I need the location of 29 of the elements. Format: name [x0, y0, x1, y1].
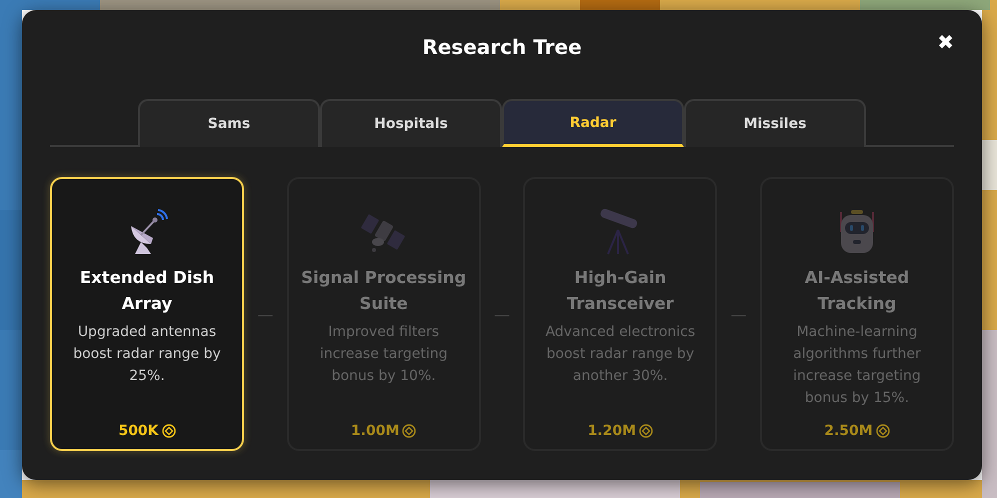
upgrade-name: Extended Dish Array: [78, 267, 216, 315]
coin-icon: [876, 424, 890, 438]
upgrade-cost: 500K: [118, 423, 159, 439]
connector: —: [256, 304, 274, 324]
upgrade-card[interactable]: High-Gain Transceiver Advanced electronics boost radar range by another 30%. 1.20M: [523, 177, 718, 451]
upgrade-description: Improved filters increase targeting bonus by 10%.: [318, 323, 448, 386]
upgrade-name: AI-Assisted Tracking: [804, 267, 910, 315]
upgrade-cost: 1.20M: [588, 423, 636, 439]
coin-icon: [162, 424, 176, 438]
upgrade-cost: 1.00M: [350, 423, 400, 439]
tab[interactable]: Hospitals: [320, 99, 502, 147]
upgrade-card[interactable]: Signal Processing Suite Improved filters increase targeting bonus by 10%. 1.00M: [286, 177, 481, 451]
coin-icon: [402, 424, 416, 438]
upgrade-card[interactable]: AI-Assisted Tracking Machine-learning algorithms further increase targeting bonus by 15%. 2.50M: [760, 177, 954, 451]
connector: —: [492, 304, 511, 324]
tab[interactable]: Radar: [502, 99, 684, 147]
upgrade-cost: 2.50M: [824, 423, 873, 439]
coin-icon: [639, 424, 654, 438]
upgrade-description: Upgraded antennas boost radar range by 25%.: [72, 323, 222, 386]
upgrade-card[interactable]: Extended Dish Array Upgraded antennas boost radar range by 25%. 500K: [50, 177, 244, 451]
upgrade-name: High-Gain Transceiver: [566, 267, 675, 315]
upgrade-description: Advanced electronics boost radar range by another 30%.: [544, 323, 696, 386]
upgrade-name: Signal Processing Suite: [300, 267, 468, 315]
tab[interactable]: Sams: [138, 99, 320, 147]
upgrade-description: Machine-learning algorithms further increase targeting bonus by 15%.: [792, 323, 922, 408]
dialog-title: Research Tree: [422, 34, 582, 61]
tab[interactable]: Missiles: [684, 99, 866, 147]
close-button[interactable]: ✖: [935, 28, 956, 56]
connector: —: [730, 304, 748, 324]
